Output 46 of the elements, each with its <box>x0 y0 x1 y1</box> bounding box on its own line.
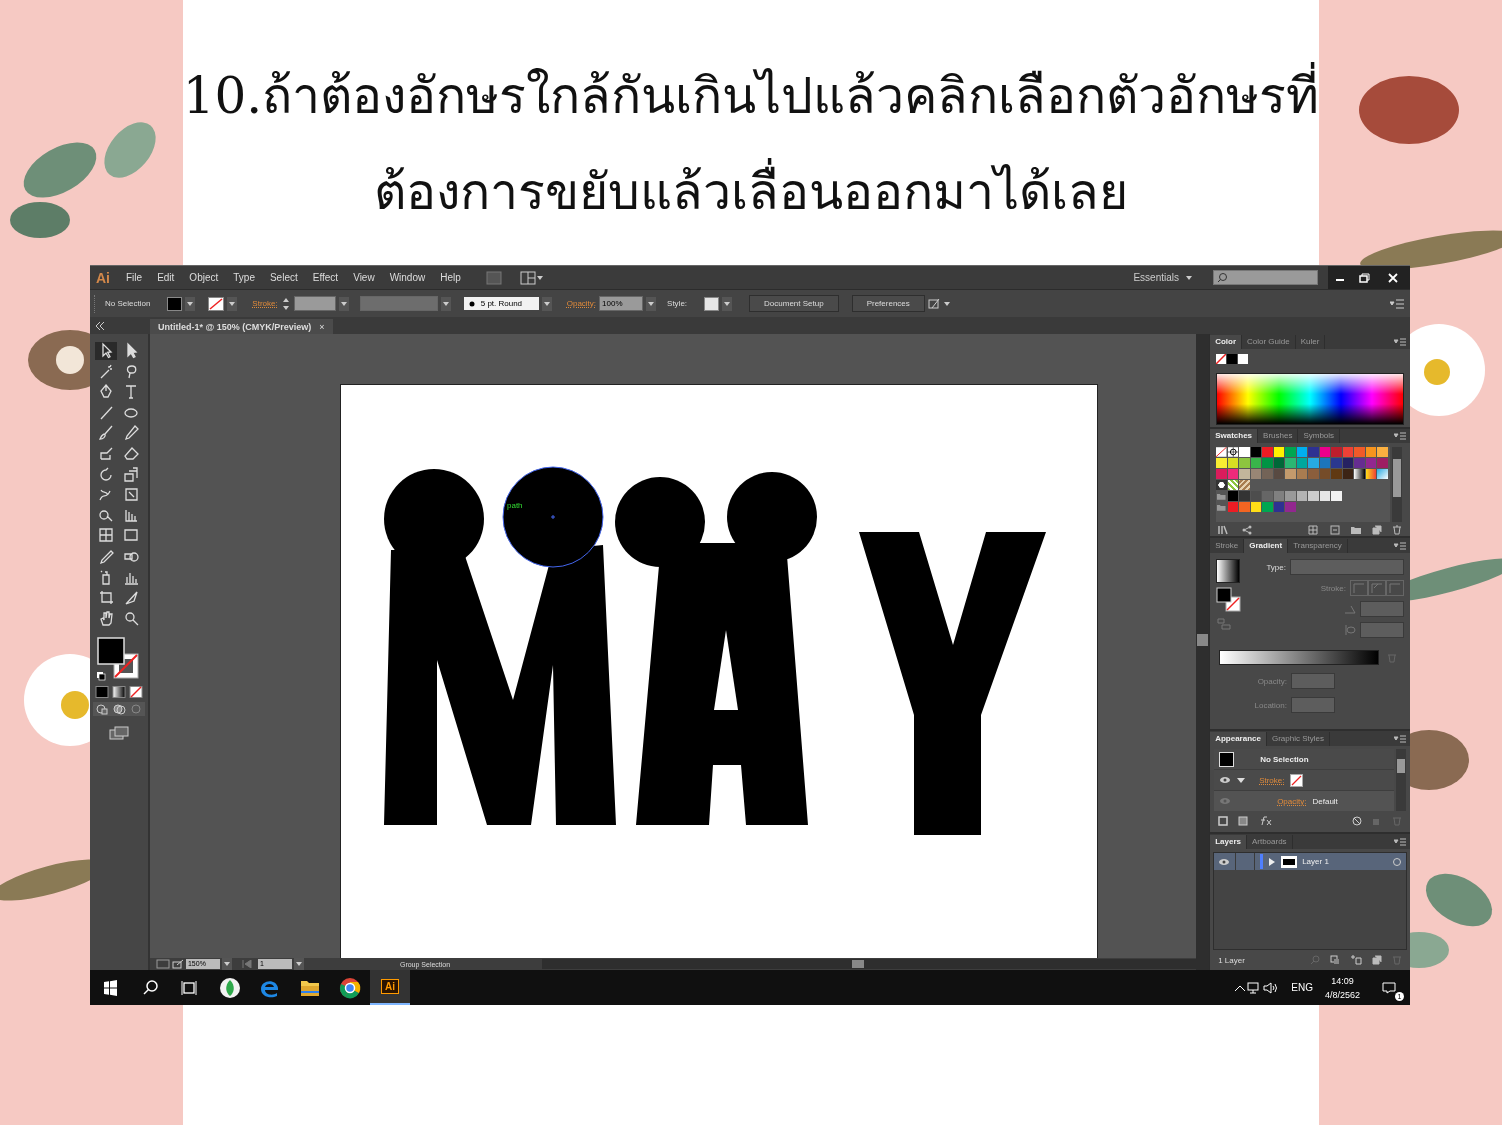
workspace-switcher[interactable]: Essentials <box>1133 272 1179 283</box>
panel-tab[interactable]: Swatches <box>1210 429 1259 443</box>
opacity-label[interactable]: Opacity: <box>566 299 597 308</box>
menu-item[interactable]: Type <box>233 272 255 283</box>
panel-tab[interactable]: Graphic Styles <box>1266 732 1330 746</box>
appearance-title: No Selection <box>1260 754 1309 764</box>
panel-tab[interactable]: Color Guide <box>1242 335 1296 349</box>
menu-item[interactable]: Effect <box>312 272 339 283</box>
menu-item[interactable]: Help <box>440 272 461 283</box>
panel-tab[interactable]: Transparency <box>1288 539 1348 553</box>
layer-count: 1 Layer <box>1218 955 1245 965</box>
toolbar-button[interactable]: Preferences <box>851 295 925 312</box>
smart-guide-label: path <box>506 501 523 510</box>
language-indicator[interactable]: ENG <box>1291 982 1313 993</box>
panel-tab[interactable]: Color <box>1210 335 1243 349</box>
panel-tab[interactable]: Layers <box>1210 835 1247 849</box>
panel-tab[interactable]: Gradient <box>1244 539 1289 553</box>
layer-name: Layer 1 <box>1302 857 1329 866</box>
document-tab[interactable]: Untitled-1* @ 150% (CMYK/Preview) × <box>150 319 333 334</box>
stroke-label[interactable]: Stroke: <box>252 299 278 308</box>
brush-field[interactable]: 5 pt. Round <box>463 297 539 310</box>
menu-item[interactable]: File <box>126 272 143 283</box>
menu-item[interactable]: View <box>353 272 375 283</box>
taskbar-app-button[interactable]: Ai <box>370 970 410 1005</box>
panel-tab[interactable]: Symbols <box>1298 429 1341 443</box>
menu-item[interactable]: Object <box>189 272 219 283</box>
panel-tab[interactable]: Artboards <box>1246 835 1293 849</box>
slide-title: 10.ถ้าต้องอักษรใกล้กันเกินไปแล้วคลิกเลือกตัวอักษรที่ <box>182 48 1320 144</box>
stroke-label[interactable]: Stroke: <box>1259 775 1285 785</box>
clock[interactable]: 14:09 4/8/2562 <box>1324 973 1360 1002</box>
opacity-field[interactable]: 100% <box>599 296 644 311</box>
style-label: Style: <box>667 299 688 308</box>
app-logo[interactable]: Ai <box>96 269 110 286</box>
toolbar-button[interactable]: Document Setup <box>749 295 839 312</box>
slide-title: ต้องการขยับแล้วเลื่อนออกมาได้เลย <box>374 144 1128 240</box>
opacity-value: Default <box>1312 796 1338 806</box>
layer-row[interactable]: Layer 1 <box>1214 853 1406 870</box>
selection-status: No Selection <box>105 299 151 308</box>
tab-close-button[interactable]: × <box>319 321 325 332</box>
panel-tab[interactable]: Appearance <box>1210 732 1267 746</box>
menu-item[interactable]: Select <box>269 272 298 283</box>
panel-tab[interactable]: Kuler <box>1295 335 1326 349</box>
menu-item[interactable]: Edit <box>157 272 175 283</box>
panel-tab[interactable]: Brushes <box>1258 429 1299 443</box>
menu-item[interactable]: Window <box>389 272 426 283</box>
type-label: Type: <box>1266 562 1286 572</box>
